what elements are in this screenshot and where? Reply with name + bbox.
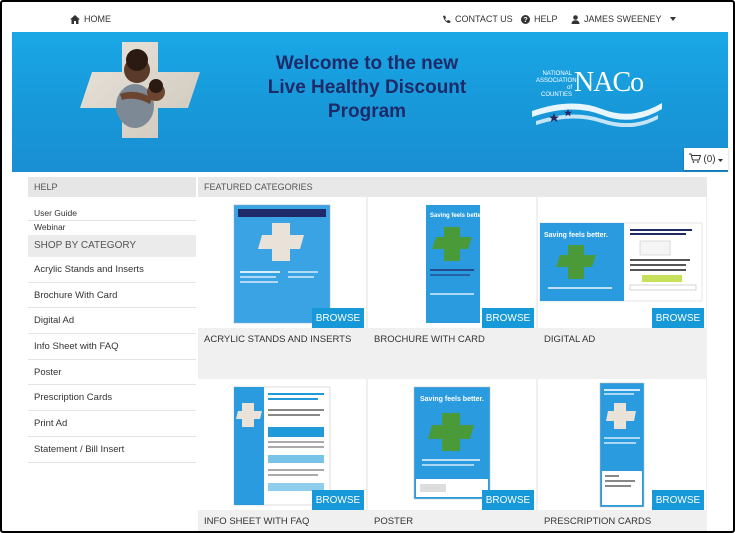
browse-button[interactable]: BROWSE: [652, 490, 704, 510]
featured-categories-header: FEATURED CATEGORIES: [198, 177, 707, 197]
home-link[interactable]: HOME: [70, 14, 111, 24]
phone-icon: [442, 15, 451, 24]
naco-logo: NATIONAL ASSOCIATION of COUNTIES NACo: [532, 67, 672, 128]
hero-banner: Welcome to the new Live Healthy Discount…: [12, 32, 728, 172]
tile-prescription-cards[interactable]: BROWSE PRESCRIPTION CARDS: [538, 379, 706, 531]
naco-small-line-3: of COUNTIES: [540, 85, 572, 98]
browse-button[interactable]: BROWSE: [312, 490, 364, 510]
tile-acrylic-stands[interactable]: BROWSE ACRYLIC STANDS AND INSERTS: [198, 197, 366, 377]
category-digital-ad[interactable]: Digital Ad: [28, 308, 196, 335]
welcome-title-line-3: Program: [327, 101, 407, 122]
naco-wordmark: NACo: [574, 67, 644, 98]
user-menu[interactable]: JAMES SWEENEY: [571, 14, 676, 24]
tile-label: POSTER: [368, 510, 536, 531]
brochure-thumb-text: Saving feels better.: [430, 213, 485, 219]
category-acrylic-stands[interactable]: Acrylic Stands and Inserts: [28, 257, 196, 283]
tile-label: ACRYLIC STANDS AND INSERTS: [198, 328, 366, 377]
tile-label: INFO SHEET WITH FAQ: [198, 510, 366, 531]
category-print-ad[interactable]: Print Ad: [28, 411, 196, 437]
user-icon: [571, 14, 580, 24]
browse-button[interactable]: BROWSE: [482, 308, 534, 328]
poster-thumb-text: Saving feels better.: [420, 396, 484, 403]
cart-button[interactable]: (0): [684, 148, 728, 170]
browse-button[interactable]: BROWSE: [312, 308, 364, 328]
tile-poster[interactable]: Saving feels better. BROWSE POSTER: [368, 379, 536, 531]
tile-label: DIGITAL AD: [538, 328, 706, 377]
tile-digital-ad[interactable]: Saving feels better. BROWSE DIGITAL AD: [538, 197, 706, 377]
category-poster[interactable]: Poster: [28, 359, 196, 386]
contact-us-label: CONTACT US: [455, 14, 513, 24]
cart-caret-icon: [717, 154, 723, 165]
webinar-link[interactable]: Webinar: [28, 220, 196, 233]
welcome-title: Welcome to the new Live Healthy Discount…: [247, 52, 487, 124]
user-guide-link[interactable]: User Guide: [28, 207, 196, 220]
naco-small-line-2: ASSOCIATION: [536, 78, 577, 84]
welcome-title-line-2: Live Healthy Discount: [267, 77, 467, 98]
help-label: HELP: [534, 14, 558, 24]
browse-button[interactable]: BROWSE: [482, 490, 534, 510]
category-info-sheet[interactable]: Info Sheet with FAQ: [28, 334, 196, 360]
digital-ad-thumb-text: Saving feels better.: [544, 232, 608, 239]
category-statement-bill-insert[interactable]: Statement / Bill Insert: [28, 436, 196, 463]
question-circle-icon: ?: [521, 14, 530, 24]
top-nav-bar: HOME CONTACT US ? HELP JAMES SWEENEY: [12, 6, 728, 32]
contact-us-link[interactable]: CONTACT US: [442, 14, 513, 24]
cart-count: (0): [703, 153, 716, 165]
cart-icon: [689, 153, 702, 166]
naco-small-line-1: NATIONAL: [542, 71, 572, 77]
help-link[interactable]: ? HELP: [521, 14, 558, 24]
featured-categories-panel: FEATURED CATEGORIES BROWSE ACRYLIC STAND…: [198, 177, 707, 531]
home-icon: [70, 14, 80, 24]
tile-label: BROCHURE WITH CARD: [368, 328, 536, 377]
category-prescription-cards[interactable]: Prescription Cards: [28, 385, 196, 412]
caret-down-icon: [669, 17, 676, 21]
welcome-title-line-1: Welcome to the new: [275, 53, 459, 74]
svg-text:?: ?: [523, 17, 527, 24]
category-brochure-with-card[interactable]: Brochure With Card: [28, 282, 196, 309]
sidebar: HELP User Guide Webinar SHOP BY CATEGORY…: [28, 177, 196, 531]
home-label: HOME: [84, 14, 111, 24]
help-section-header: HELP: [28, 177, 196, 197]
shop-by-category-header: SHOP BY CATEGORY: [28, 235, 196, 257]
tile-brochure-with-card[interactable]: Saving feels better. BROWSE BROCHURE WIT…: [368, 197, 536, 377]
browse-button[interactable]: BROWSE: [652, 308, 704, 328]
family-cross-image: [80, 42, 200, 138]
user-name-label: JAMES SWEENEY: [584, 14, 662, 24]
browser-frame: HOME CONTACT US ? HELP JAMES SWEENEY Wel…: [0, 0, 735, 533]
tile-info-sheet-faq[interactable]: BROWSE INFO SHEET WITH FAQ: [198, 379, 366, 531]
tile-label: PRESCRIPTION CARDS: [538, 510, 706, 531]
